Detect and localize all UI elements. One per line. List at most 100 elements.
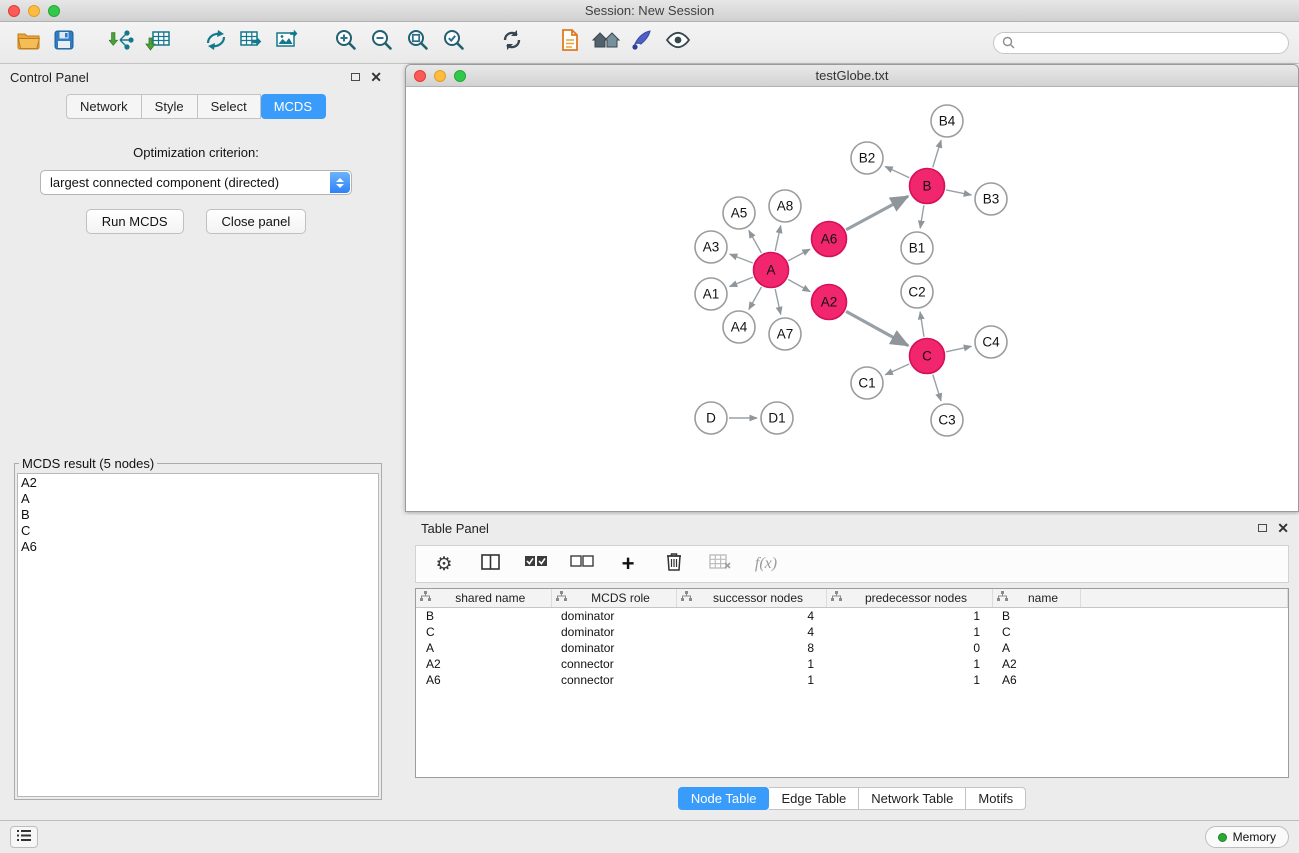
table-cell[interactable]: 4	[676, 608, 826, 625]
graph-node-A3[interactable]: A3	[695, 231, 727, 263]
table-cell[interactable]: 4	[676, 624, 826, 640]
table-cell[interactable]: 8	[676, 640, 826, 656]
table-cell[interactable]: A	[416, 640, 551, 656]
graph-node-C[interactable]: C	[910, 339, 945, 374]
table-row[interactable]: Bdominator41B	[416, 608, 1288, 625]
function-builder-button[interactable]: f(x)	[754, 550, 778, 578]
highlight-button[interactable]	[624, 27, 660, 59]
graph-node-A8[interactable]: A8	[769, 190, 801, 222]
mcds-result-item[interactable]: A	[21, 491, 375, 507]
mcds-result-item[interactable]: C	[21, 523, 375, 539]
close-panel-button[interactable]: Close panel	[206, 209, 307, 234]
table-cell[interactable]: connector	[551, 672, 676, 688]
zoom-selected-button[interactable]	[436, 27, 472, 59]
export-image-button[interactable]	[270, 27, 306, 59]
tab-select[interactable]: Select	[198, 94, 261, 119]
memory-button[interactable]: Memory	[1205, 826, 1289, 848]
export-table-button[interactable]	[234, 27, 270, 59]
table-row[interactable]: A6connector11A6	[416, 672, 1288, 688]
graph-node-A2[interactable]: A2	[812, 285, 847, 320]
mcds-result-item[interactable]: A6	[21, 539, 375, 555]
graph-node-B1[interactable]: B1	[901, 232, 933, 264]
graph-node-B3[interactable]: B3	[975, 183, 1007, 215]
table-cell[interactable]: A6	[992, 672, 1080, 688]
table-cell[interactable]: C	[416, 624, 551, 640]
graph-edge-A-A5[interactable]	[749, 230, 762, 253]
table-cell[interactable]: dominator	[551, 640, 676, 656]
graph-node-B4[interactable]: B4	[931, 105, 963, 137]
network-canvas[interactable]: B4B2BB3B1A5A8A6A3AA1A2C2A4A7CC4C1C3DD1	[406, 87, 1298, 511]
graph-node-A5[interactable]: A5	[723, 197, 755, 229]
graph-edge-A6-B[interactable]	[846, 196, 908, 229]
graph-edge-A-A6[interactable]	[788, 249, 810, 261]
deselect-all-button[interactable]	[570, 550, 594, 578]
network-close-icon[interactable]	[414, 70, 426, 82]
tab-node-table[interactable]: Node Table	[678, 787, 770, 810]
table-cell[interactable]: A2	[992, 656, 1080, 672]
new-network-button[interactable]	[198, 27, 234, 59]
search-input[interactable]	[1020, 35, 1280, 51]
graph-node-A[interactable]: A	[754, 253, 789, 288]
close-window-icon[interactable]	[8, 5, 20, 17]
home-button[interactable]	[588, 27, 624, 59]
show-columns-button[interactable]	[478, 550, 502, 578]
delete-column-button[interactable]	[662, 550, 686, 578]
graph-edge-B-B2[interactable]	[885, 166, 909, 177]
column-header-predecessor-nodes[interactable]: predecessor nodes	[826, 589, 992, 608]
add-column-button[interactable]: +	[616, 550, 640, 578]
graph-node-C2[interactable]: C2	[901, 276, 933, 308]
zoom-out-button[interactable]	[364, 27, 400, 59]
table-close-icon[interactable]: ✕	[1277, 521, 1289, 535]
open-document-button[interactable]	[552, 27, 588, 59]
apply-layout-button[interactable]	[494, 27, 530, 59]
graph-node-C4[interactable]: C4	[975, 326, 1007, 358]
table-cell[interactable]: 1	[826, 672, 992, 688]
import-network-button[interactable]	[104, 27, 140, 59]
tab-style[interactable]: Style	[142, 94, 198, 119]
table-cell[interactable]: 1	[826, 608, 992, 625]
minimize-window-icon[interactable]	[28, 5, 40, 17]
graph-node-A7[interactable]: A7	[769, 318, 801, 350]
table-cell[interactable]: 1	[676, 672, 826, 688]
table-cell[interactable]: dominator	[551, 608, 676, 625]
zoom-fit-button[interactable]	[400, 27, 436, 59]
graph-edge-B-B4[interactable]	[933, 140, 941, 167]
graph-edge-A-A7[interactable]	[775, 289, 781, 314]
node-table-container[interactable]: shared nameMCDS rolesuccessor nodesprede…	[415, 588, 1289, 778]
close-panel-icon[interactable]: ✕	[370, 70, 382, 84]
graph-edge-C-C3[interactable]	[933, 375, 941, 401]
network-window-titlebar[interactable]: testGlobe.txt	[406, 65, 1298, 87]
open-session-button[interactable]	[10, 27, 46, 59]
criterion-select[interactable]: largest connected component (directed)	[40, 170, 352, 195]
graph-node-A1[interactable]: A1	[695, 278, 727, 310]
maximize-window-icon[interactable]	[48, 5, 60, 17]
table-cell[interactable]: A6	[416, 672, 551, 688]
show-hide-button[interactable]	[660, 27, 696, 59]
table-cell[interactable]: 1	[826, 624, 992, 640]
table-cell[interactable]: 1	[826, 656, 992, 672]
graph-node-A6[interactable]: A6	[812, 222, 847, 257]
table-cell[interactable]: dominator	[551, 624, 676, 640]
table-cell[interactable]: connector	[551, 656, 676, 672]
float-panel-icon[interactable]	[351, 73, 360, 81]
graph-edge-B-B3[interactable]	[946, 190, 971, 195]
table-cell[interactable]: C	[992, 624, 1080, 640]
tab-network[interactable]: Network	[66, 94, 142, 119]
column-header-successor-nodes[interactable]: successor nodes	[676, 589, 826, 608]
network-graph[interactable]: B4B2BB3B1A5A8A6A3AA1A2C2A4A7CC4C1C3DD1	[406, 87, 1298, 511]
graph-node-B2[interactable]: B2	[851, 142, 883, 174]
graph-edge-A2-C[interactable]	[846, 311, 908, 345]
select-all-button[interactable]	[524, 550, 548, 578]
graph-edge-B-B1[interactable]	[920, 205, 924, 228]
run-mcds-button[interactable]: Run MCDS	[86, 209, 184, 234]
table-cell[interactable]: B	[416, 608, 551, 625]
table-row[interactable]: Cdominator41C	[416, 624, 1288, 640]
table-cell[interactable]: 1	[676, 656, 826, 672]
zoom-in-button[interactable]	[328, 27, 364, 59]
column-header-shared-name[interactable]: shared name	[416, 589, 551, 608]
table-float-icon[interactable]	[1258, 524, 1267, 532]
tab-network-table[interactable]: Network Table	[859, 787, 966, 810]
graph-node-B[interactable]: B	[910, 169, 945, 204]
table-cell[interactable]: 0	[826, 640, 992, 656]
graph-node-C1[interactable]: C1	[851, 367, 883, 399]
